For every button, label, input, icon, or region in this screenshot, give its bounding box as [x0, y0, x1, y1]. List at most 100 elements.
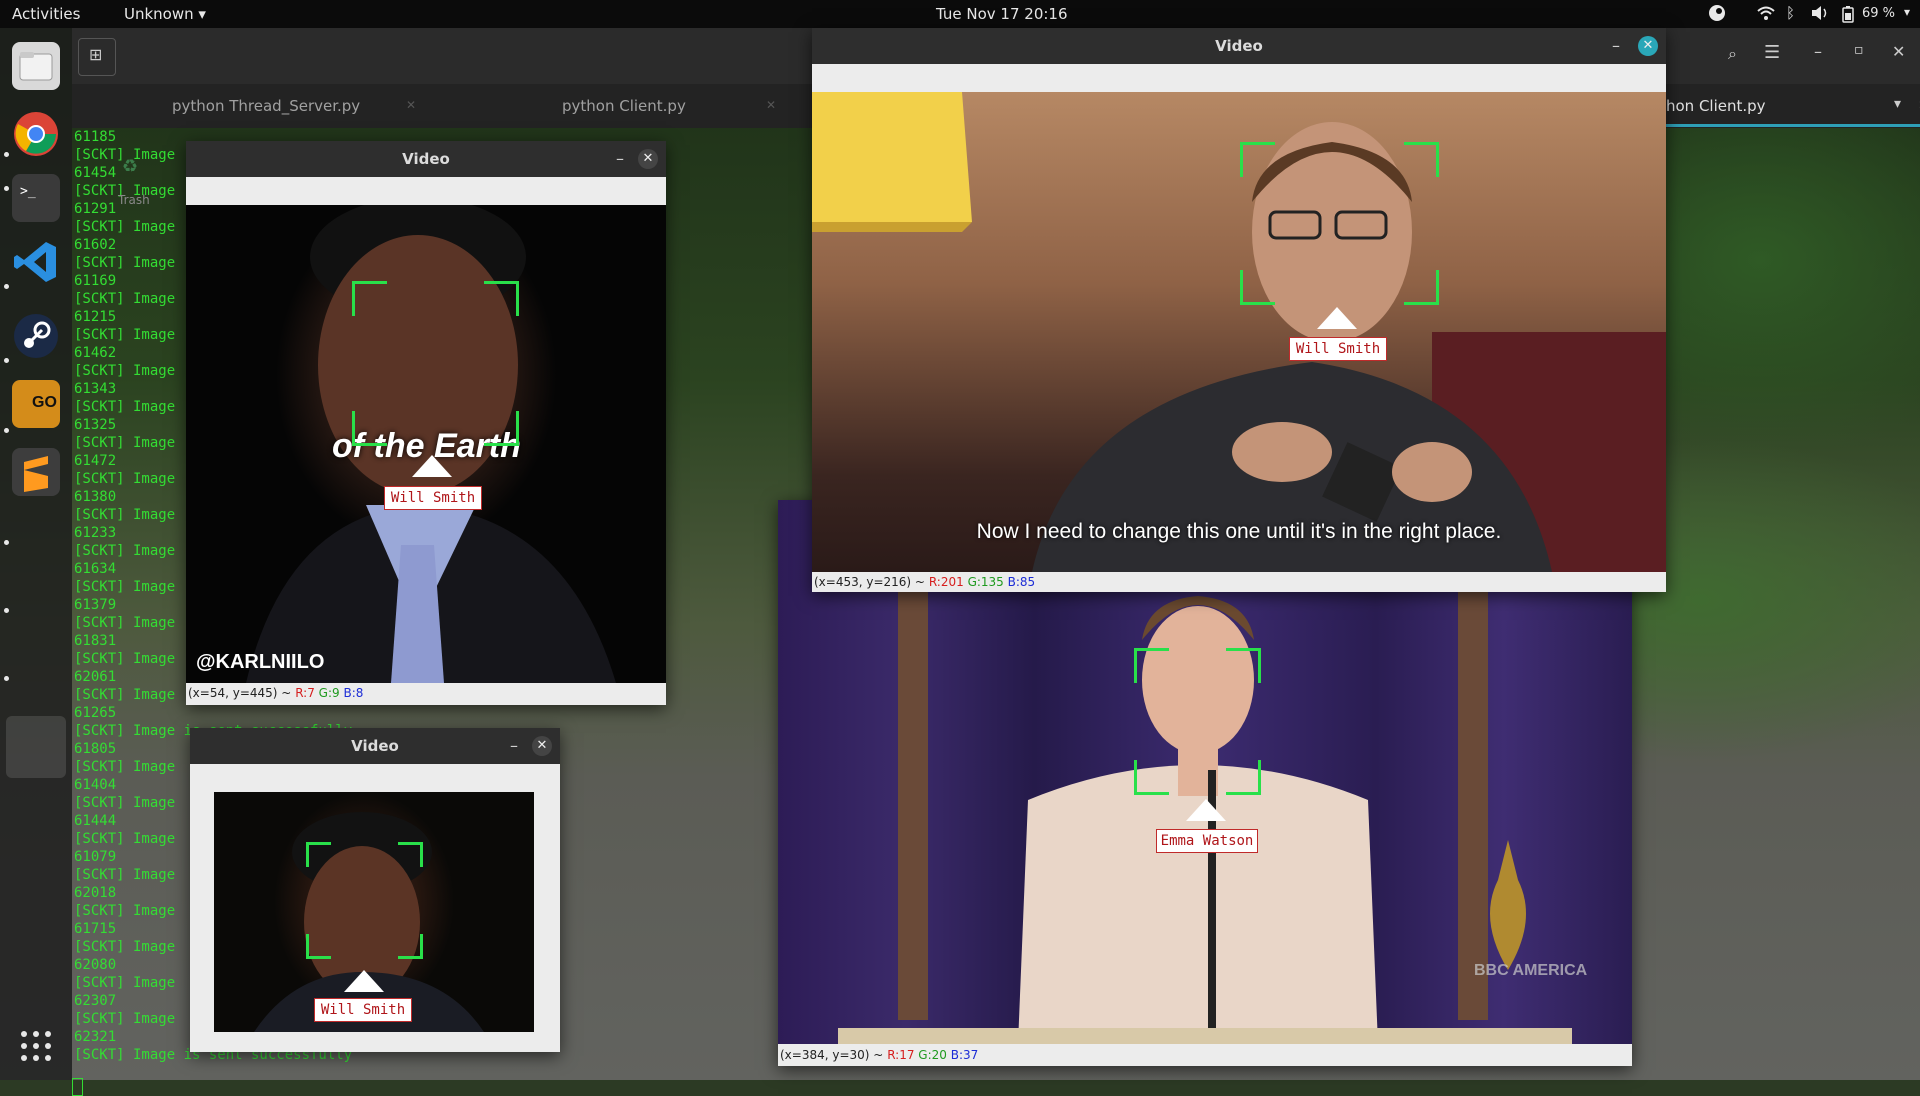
- face-bracket-bl: [1134, 760, 1169, 795]
- tab-client-2[interactable]: hon Client.py: [1666, 84, 1866, 128]
- tab-client-1[interactable]: python Client.py: [562, 84, 762, 128]
- status-green: G:20: [918, 1048, 947, 1062]
- terminal-line: 61169: [74, 273, 117, 289]
- maximize-button[interactable]: ▫: [1854, 42, 1864, 58]
- status-green: G:9: [318, 686, 340, 700]
- sublime-text-icon[interactable]: [12, 448, 60, 496]
- tab-label: hon Client.py: [1666, 97, 1766, 115]
- video-frame[interactable]: Will Smith: [214, 792, 534, 1032]
- wifi-icon[interactable]: [1756, 4, 1776, 26]
- status-green: G:135: [967, 575, 1004, 589]
- terminal-line: [SCKT] Image: [74, 1011, 176, 1027]
- terminal-line: 61325: [74, 417, 117, 433]
- menu-icon[interactable]: ☰: [1764, 42, 1780, 63]
- status-bar: (x=384, y=30) ~ R:17 G:20 B:37: [780, 1048, 978, 1062]
- terminal-line: 61404: [74, 777, 117, 793]
- face-label: Will Smith: [384, 486, 482, 510]
- terminal-line: 61291: [74, 201, 117, 217]
- terminal-line: [SCKT] Image: [74, 831, 176, 847]
- volume-icon[interactable]: [1810, 4, 1830, 26]
- face-label: Will Smith: [314, 998, 412, 1022]
- face-label-arrow: [1317, 307, 1357, 329]
- close-button[interactable]: ✕: [638, 149, 658, 169]
- steam-icon[interactable]: [12, 312, 60, 360]
- battery-icon[interactable]: [1842, 5, 1854, 27]
- terminal-line: 61472: [74, 453, 117, 469]
- minimize-button[interactable]: –: [1814, 42, 1822, 61]
- terminal-line: 61379: [74, 597, 117, 613]
- window-titlebar[interactable]: Video: [190, 728, 560, 764]
- terminal-line: [SCKT] Image: [74, 363, 176, 379]
- window-titlebar[interactable]: Video: [812, 28, 1666, 64]
- window-title: Video: [1215, 37, 1263, 55]
- trash-icon[interactable]: ♻: [122, 156, 138, 177]
- terminal-line: 61265: [74, 705, 117, 721]
- window-title: Video: [351, 737, 399, 755]
- terminal-line: 61215: [74, 309, 117, 325]
- active-app-highlight[interactable]: [6, 716, 66, 778]
- steam-tray-icon[interactable]: [1708, 4, 1726, 26]
- tab-thread-server[interactable]: python Thread_Server.py: [172, 84, 412, 128]
- new-tab-button[interactable]: ⊞: [78, 38, 116, 76]
- dock: >_ GO: [0, 28, 72, 1080]
- tab-list-chevron-icon[interactable]: ▾: [1894, 96, 1901, 112]
- video-window-top-right: Video – ✕ Now I need to change this one …: [812, 28, 1666, 592]
- window-titlebar[interactable]: Video: [186, 141, 666, 177]
- chrome-icon[interactable]: [12, 110, 60, 158]
- terminal-line: 61185: [74, 129, 117, 145]
- face-label: Emma Watson: [1156, 829, 1258, 853]
- face-bracket-tl: [1240, 142, 1275, 177]
- face-bracket-tr: [484, 281, 519, 316]
- bbc-logo: BBC AMERICA: [1474, 962, 1588, 979]
- terminal-line: 62018: [74, 885, 117, 901]
- status-red: R:201: [928, 575, 964, 589]
- close-button[interactable]: ✕: [1638, 36, 1658, 56]
- terminal-line: [SCKT] Image: [74, 867, 176, 883]
- tab-label: python Client.py: [562, 97, 686, 115]
- terminal-line: [SCKT] Image: [74, 903, 176, 919]
- terminal-line: [SCKT] Image: [74, 795, 176, 811]
- terminal-line: 61831: [74, 633, 117, 649]
- activities-button[interactable]: Activities: [12, 5, 80, 23]
- scene-graphics: [812, 92, 1666, 572]
- face-bracket-br: [1226, 760, 1261, 795]
- face-label: Will Smith: [1289, 337, 1387, 361]
- status-bar: (x=453, y=216) ~ R:201 G:135 B:85: [814, 575, 1035, 589]
- running-indicator: [4, 186, 9, 191]
- face-bracket-br: [484, 411, 519, 446]
- bluetooth-icon[interactable]: ᛒ: [1786, 4, 1795, 22]
- app-menu[interactable]: Unknown ▾: [124, 5, 206, 23]
- terminal-line: [SCKT] Image: [74, 327, 176, 343]
- terminal-app-icon[interactable]: >_: [12, 174, 60, 222]
- show-applications-icon[interactable]: [20, 1030, 52, 1066]
- terminal-line: 61343: [74, 381, 117, 397]
- minimize-button[interactable]: –: [1612, 36, 1620, 55]
- terminal-line: [SCKT] Image: [74, 687, 176, 703]
- face-label-arrow: [1186, 799, 1226, 821]
- system-menu-chevron-icon[interactable]: ▾: [1904, 5, 1910, 19]
- minimize-button[interactable]: –: [616, 149, 624, 168]
- terminal-line: [SCKT] Image: [74, 543, 176, 559]
- tab-close-icon[interactable]: ✕: [766, 98, 776, 112]
- files-icon[interactable]: [12, 42, 60, 90]
- csgo-icon[interactable]: GO: [12, 380, 60, 428]
- tab-close-icon[interactable]: ✕: [406, 98, 416, 112]
- vscode-icon[interactable]: [12, 238, 60, 286]
- status-position: (x=453, y=216) ~: [814, 575, 925, 589]
- terminal-line: 61462: [74, 345, 117, 361]
- search-icon[interactable]: ⌕: [1728, 44, 1737, 64]
- close-button[interactable]: ✕: [532, 736, 552, 756]
- running-indicator: [4, 284, 9, 289]
- video-frame[interactable]: Now I need to change this one until it's…: [812, 92, 1666, 572]
- video-window-left: Video – ✕ of the Earth @KARLNIILO Will S…: [186, 141, 666, 705]
- status-blue: B:37: [950, 1048, 979, 1062]
- terminal-line: 62321: [74, 1029, 117, 1045]
- minimize-button[interactable]: –: [510, 736, 518, 755]
- close-button[interactable]: ✕: [1892, 42, 1905, 61]
- face-bracket-bl: [352, 411, 387, 446]
- status-blue: B:8: [343, 686, 364, 700]
- terminal-line: 61380: [74, 489, 117, 505]
- clock[interactable]: Tue Nov 17 20:16: [936, 5, 1068, 23]
- video-frame[interactable]: of the Earth @KARLNIILO Will Smith: [186, 205, 666, 683]
- face-bracket-bl: [1240, 270, 1275, 305]
